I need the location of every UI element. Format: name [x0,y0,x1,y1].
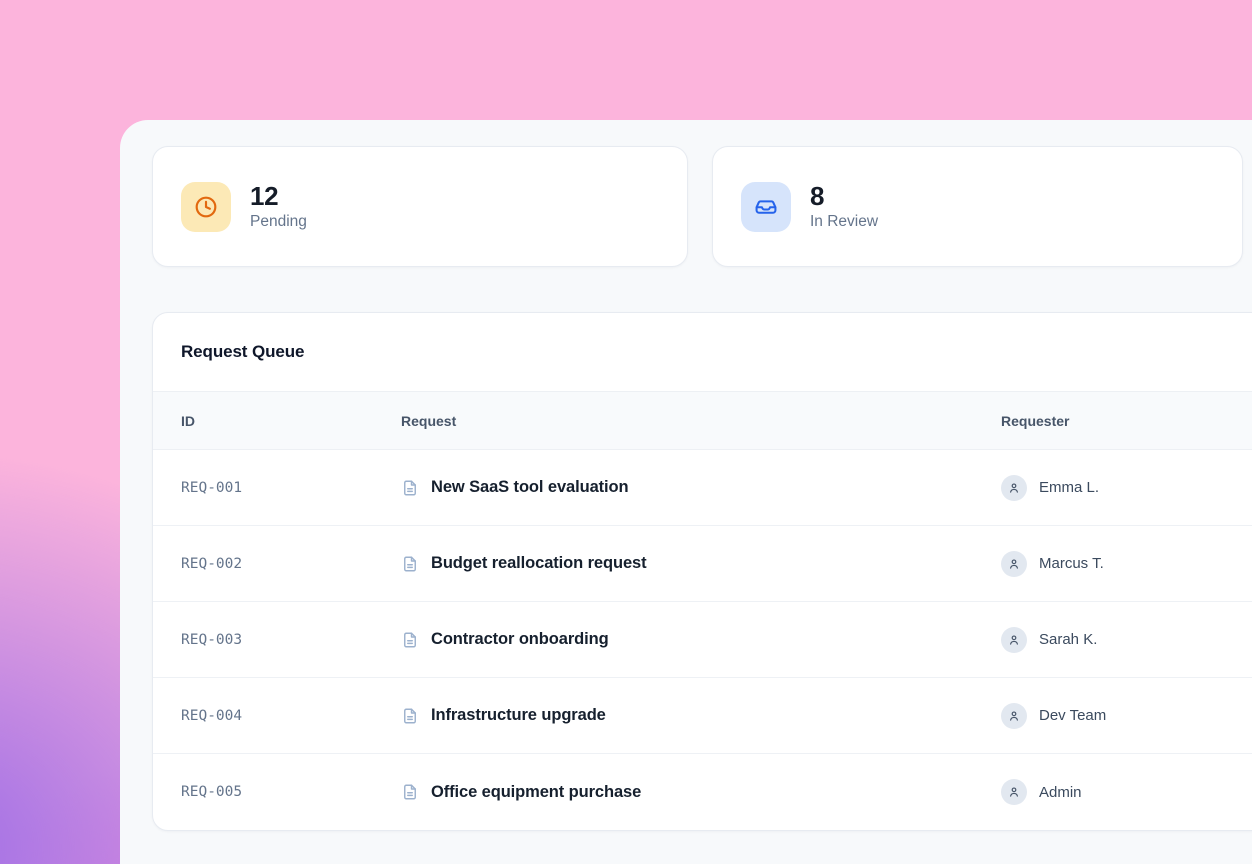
stat-card-pending: 12 Pending [152,146,688,267]
pending-count: 12 [250,182,307,211]
requester-name: Dev Team [1039,707,1106,724]
request-title: Office equipment purchase [431,783,641,802]
table-row[interactable]: REQ-004 Infrastructure upgrade Dev Team [153,678,1252,754]
file-text-icon [401,555,419,573]
stats-row: 12 Pending 8 In Review [152,146,1243,267]
avatar [1001,779,1027,805]
request-title: New SaaS tool evaluation [431,478,629,497]
stat-card-in-review: 8 In Review [712,146,1243,267]
file-text-icon [401,707,419,725]
avatar [1001,551,1027,577]
file-text-icon [401,631,419,649]
in-review-label: In Review [810,213,878,231]
requester-name: Admin [1039,784,1082,801]
clock-icon [181,182,231,232]
request-title: Budget reallocation request [431,554,647,573]
table-row[interactable]: REQ-001 New SaaS tool evaluation Emma L. [153,450,1252,526]
column-header-request: Request [401,413,1001,429]
request-id: REQ-005 [153,784,401,800]
table-row[interactable]: REQ-003 Contractor onboarding Sarah K. [153,602,1252,678]
table-row[interactable]: REQ-005 Office equipment purchase Admin [153,754,1252,830]
column-header-requester: Requester [1001,413,1252,429]
card-title-row: Request Queue [153,313,1252,392]
table-header-row: ID Request Requester [153,392,1252,450]
request-queue-card: Request Queue ID Request Requester REQ-0… [152,312,1252,831]
page-title: Request Queue [181,342,304,362]
requester-name: Sarah K. [1039,631,1097,648]
requester-name: Emma L. [1039,479,1099,496]
avatar [1001,703,1027,729]
request-id: REQ-002 [153,556,401,572]
column-header-id: ID [153,413,401,429]
pending-label: Pending [250,213,307,231]
avatar [1001,627,1027,653]
dashboard-page: { "stats": [ { "value": "12", "label": "… [0,0,1252,864]
request-title: Contractor onboarding [431,630,609,649]
request-id: REQ-004 [153,708,401,724]
file-text-icon [401,479,419,497]
request-title: Infrastructure upgrade [431,706,606,725]
file-text-icon [401,783,419,801]
stat-text: 8 In Review [810,182,878,232]
in-review-count: 8 [810,182,878,211]
requester-name: Marcus T. [1039,555,1104,572]
avatar [1001,475,1027,501]
request-id: REQ-001 [153,480,401,496]
table-row[interactable]: REQ-002 Budget reallocation request Marc… [153,526,1252,602]
stat-text: 12 Pending [250,182,307,232]
request-id: REQ-003 [153,632,401,648]
inbox-icon [741,182,791,232]
